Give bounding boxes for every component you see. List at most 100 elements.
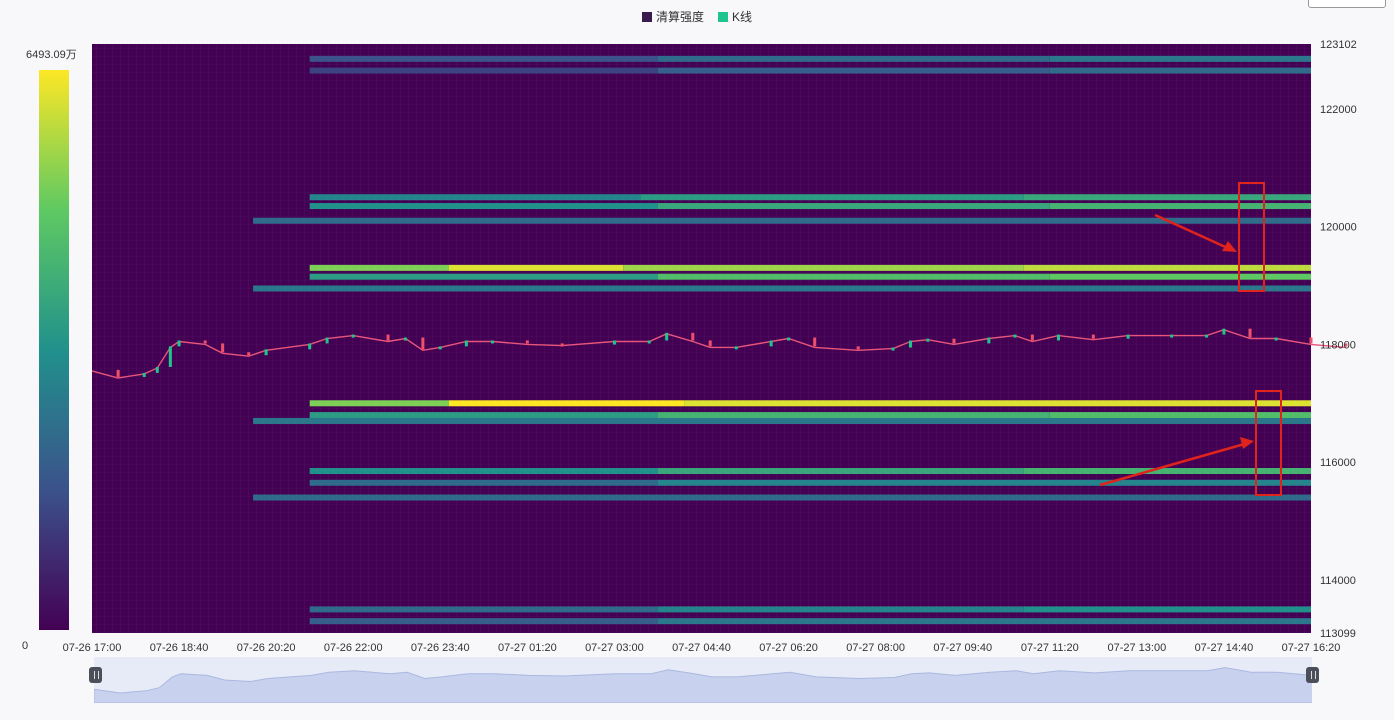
kline-candle	[952, 338, 956, 344]
zoom-handle-left[interactable]	[89, 667, 102, 683]
y-tick-label: 120000	[1320, 222, 1357, 234]
liquidation-band-0-seg-0	[309, 55, 658, 62]
liquidation-band-1-seg-1	[657, 67, 1050, 74]
kline-candle	[708, 340, 712, 347]
liquidation-band-15-seg-1	[657, 618, 1311, 625]
kline-candle	[734, 346, 738, 350]
kline-candle	[1309, 337, 1313, 344]
zoom-slider[interactable]	[93, 657, 1349, 704]
kline-candle	[1222, 328, 1226, 335]
kline-candle	[769, 340, 773, 347]
y-tick-label: 116000	[1320, 457, 1356, 469]
liquidation-band-12-seg-0	[309, 479, 658, 486]
kline-candle	[813, 337, 817, 347]
kline-candle	[203, 340, 207, 344]
kline-candle	[891, 347, 895, 351]
liquidation-band-14-seg-2	[1023, 606, 1311, 613]
liquidation-band-1-seg-0	[309, 67, 658, 74]
heatmap-chart: 123102 122000 120000 118000 116000 114000 1130…	[63, 39, 1357, 654]
y-tick-label: 122000	[1320, 104, 1357, 116]
liquidation-band-12-seg-1	[657, 479, 1311, 486]
y-tick-label: 114000	[1320, 575, 1356, 587]
kline-candle	[525, 340, 529, 344]
kline-candle	[116, 369, 120, 377]
liquidation-band-8-seg-1	[448, 400, 685, 407]
x-tick-label: 07-27 13:00	[1107, 642, 1166, 654]
kline-candle	[438, 346, 442, 350]
kline-candle	[1205, 334, 1209, 338]
liquidation-band-3-seg-0	[309, 203, 658, 210]
kline-candle	[308, 343, 312, 350]
zoom-preview-area	[93, 667, 1349, 704]
liquidation-band-14-seg-0	[309, 606, 658, 613]
kline-candle	[908, 340, 912, 348]
liquidation-band-1-seg-2	[1049, 67, 1311, 74]
liquidation-band-3-seg-1	[657, 203, 1050, 210]
y-tick-label: 118000	[1320, 339, 1356, 351]
liquidation-band-14-seg-1	[657, 606, 1024, 613]
liquidation-band-4-seg-0	[253, 217, 1311, 224]
x-tick-label: 07-27 16:20	[1282, 642, 1341, 654]
kline-candle	[421, 337, 425, 350]
liquidation-band-0-seg-2	[1049, 55, 1311, 62]
kline-candle	[1013, 334, 1017, 338]
kline-candle	[665, 332, 669, 341]
x-tick-label: 07-27 06:20	[759, 642, 818, 654]
liquidation-band-5-seg-3	[1023, 264, 1311, 271]
liquidation-band-8-seg-2	[684, 400, 1311, 407]
kline-candle	[1274, 337, 1278, 341]
kline-candle	[647, 340, 651, 344]
kline-candle	[612, 340, 616, 345]
kline-candle	[787, 337, 791, 341]
kline-candle	[1091, 334, 1095, 339]
liquidation-band-11-seg-0	[309, 468, 658, 475]
liquidation-band-5-seg-0	[309, 264, 449, 271]
x-tick-label: 07-26 22:00	[324, 642, 383, 654]
kline-candle	[691, 332, 695, 341]
liquidation-band-8-seg-0	[309, 400, 449, 407]
kline-candle	[142, 372, 146, 377]
liquidation-band-11-seg-2	[1023, 468, 1311, 475]
kline-candle	[403, 337, 407, 341]
x-tick-label: 07-27 04:40	[672, 642, 731, 654]
kline-candle	[560, 343, 564, 347]
liquidation-band-13-seg-0	[253, 494, 1311, 501]
y-tick-label: 113099	[1320, 628, 1356, 640]
x-tick-label: 07-27 03:00	[585, 642, 644, 654]
kline-candle	[1126, 334, 1130, 339]
kline-candle	[1248, 328, 1252, 338]
x-tick-label: 07-26 20:20	[237, 642, 296, 654]
kline-candle	[386, 334, 390, 341]
liquidation-band-2-seg-2	[1023, 194, 1311, 201]
liquidation-band-9-seg-1	[657, 412, 1050, 419]
kline-candle	[856, 346, 860, 350]
liquidation-band-2-seg-0	[309, 194, 641, 201]
liquidation-band-3-seg-2	[1049, 203, 1311, 210]
kline-candle	[1030, 334, 1034, 341]
y-axis: 123102 122000 120000 118000 116000 114000 1130…	[1320, 39, 1357, 640]
liquidation-band-9-seg-2	[1049, 412, 1311, 419]
zoom-handle-right[interactable]	[1306, 667, 1319, 683]
x-tick-label: 07-27 11:20	[1021, 642, 1079, 654]
x-tick-label: 07-27 09:40	[933, 642, 992, 654]
liquidation-band-6-seg-1	[657, 273, 1050, 280]
liquidation-band-6-seg-2	[1049, 273, 1311, 280]
kline-candle	[221, 343, 225, 353]
liquidation-band-9-seg-0	[309, 412, 658, 419]
liquidation-band-0-seg-1	[657, 55, 1050, 62]
zoom-preview	[93, 667, 1349, 704]
liquidation-band-15-seg-0	[309, 618, 658, 625]
kline-candle	[464, 340, 468, 347]
liquidation-band-10-seg-0	[253, 417, 1311, 424]
kline-candle	[926, 338, 930, 342]
x-tick-label: 07-26 23:40	[411, 642, 470, 654]
y-tick-label: 123102	[1320, 39, 1357, 51]
kline-candle	[155, 366, 159, 373]
kline-candle	[247, 352, 251, 356]
liquidation-band-5-seg-1	[448, 264, 624, 271]
liquidation-band-11-seg-1	[657, 468, 1024, 475]
liquidation-band-5-seg-2	[623, 264, 1024, 271]
x-tick-label: 07-26 17:00	[63, 642, 122, 654]
kline-candle	[168, 346, 172, 367]
x-tick-label: 07-27 01:20	[498, 642, 557, 654]
